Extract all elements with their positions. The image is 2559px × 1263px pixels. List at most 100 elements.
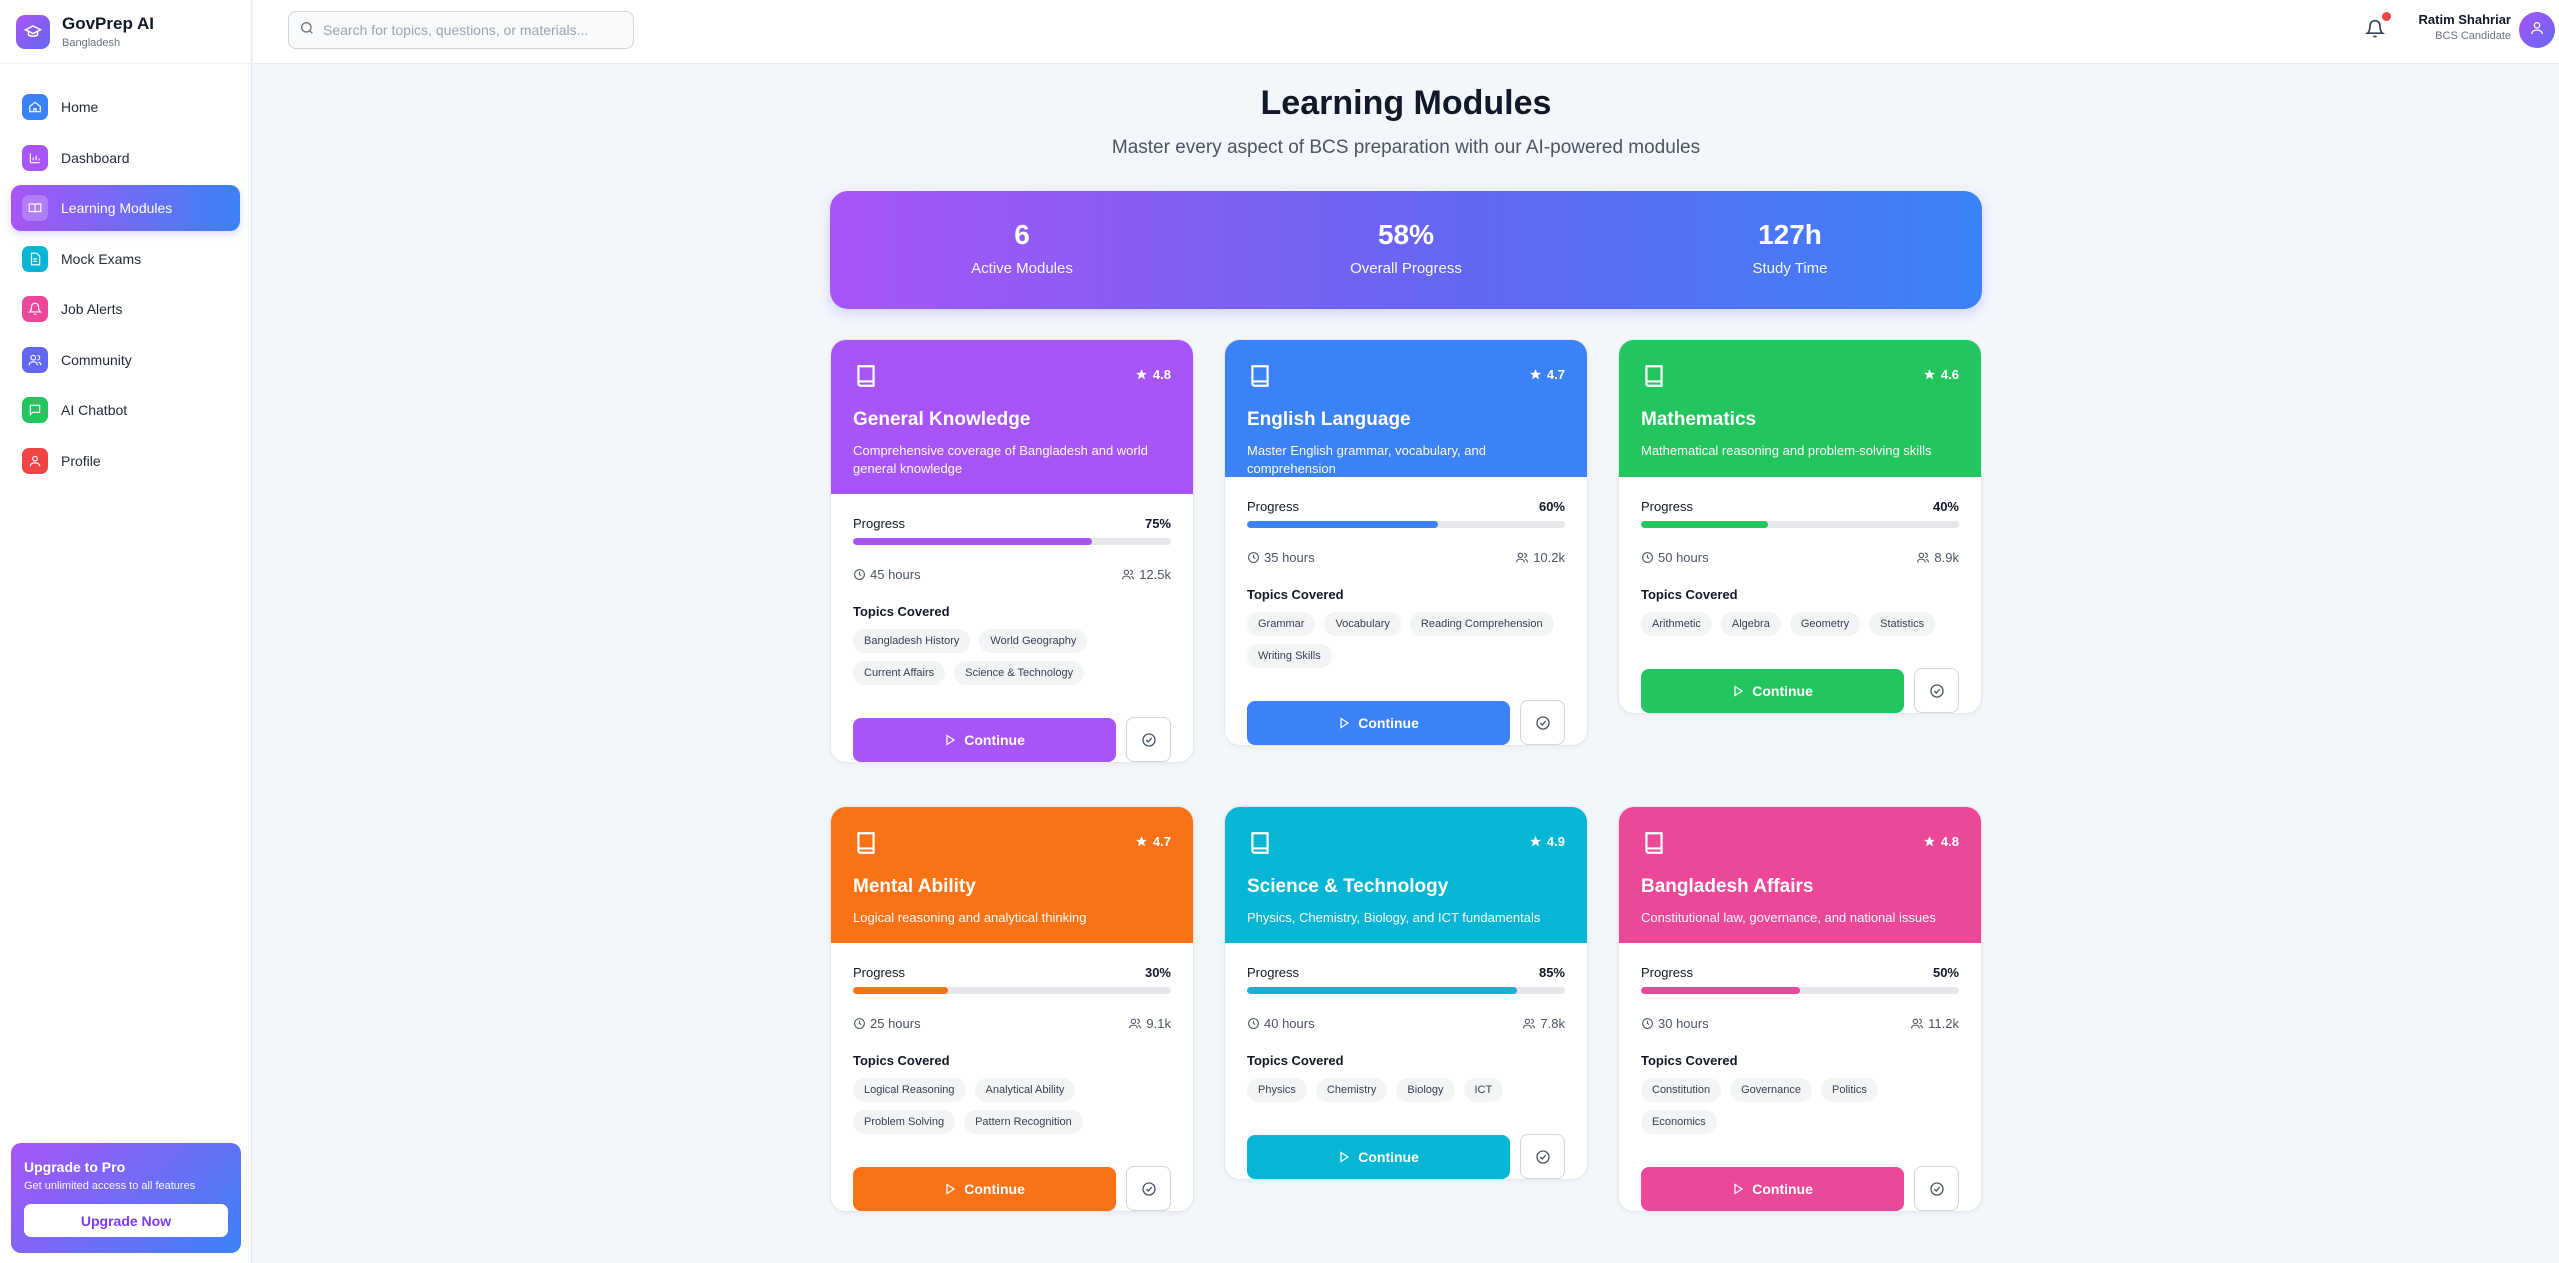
sidebar-item-home[interactable]: Home [11,84,240,130]
star-icon [1530,836,1541,847]
module-title: English Language [1247,409,1411,430]
continue-label: Continue [1358,714,1419,731]
users-icon [1122,569,1135,580]
sidebar-item-mock-exams[interactable]: Mock Exams [11,236,240,282]
continue-button[interactable]: Continue [853,1166,1117,1211]
sidebar-item-ai-chatbot[interactable]: AI Chatbot [11,387,240,433]
chat-icon [22,397,48,423]
topic-tags: Grammar Vocabulary Reading Comprehension Wr… [1247,612,1565,676]
module-card-body: Progress 85% 40 hours 7.8k Topics Covered… [1225,943,1587,1179]
upgrade-title: Upgrade to Pro [24,1159,126,1175]
progress-bar-fill [1641,987,1800,994]
module-card-mental-ability: 4.7 Mental Ability Logical reasoning and… [830,806,1194,1212]
hours-value: 40 hours [1264,1016,1315,1031]
module-learners: 10.2k [1515,550,1565,565]
topic-tag: Pattern Recognition [964,1110,1083,1134]
topic-tags: Bangladesh History World Geography Current… [853,629,1171,693]
sidebar-item-community[interactable]: Community [11,337,240,383]
hours-value: 50 hours [1658,550,1709,565]
mark-complete-button[interactable] [1520,700,1565,745]
graduation-cap-icon [16,14,50,49]
search-box[interactable] [288,11,634,49]
progress-value: 30% [1144,965,1171,980]
continue-button[interactable]: Continue [853,717,1117,762]
clock-icon [854,1018,865,1029]
progress-bar [1247,521,1565,528]
topic-tag: Current Affairs [853,661,946,685]
module-card-header: 4.8 General Knowledge Comprehensive cove… [831,340,1193,494]
module-hours: 35 hours [1247,550,1315,565]
topic-tag: Bangladesh History [853,629,971,653]
book-icon [1641,365,1667,394]
mark-complete-button[interactable] [1914,1166,1959,1211]
notification-dot [2382,12,2391,21]
topics-heading: Topics Covered [1247,1053,1344,1068]
user-info[interactable]: Ratim Shahriar BCS Candidate [2408,12,2511,42]
topic-tags: Logical Reasoning Analytical Ability Probl… [853,1078,1171,1142]
rating-value: 4.8 [1940,834,1959,849]
topic-tag: Vocabulary [1324,612,1401,636]
module-title: Bangladesh Affairs [1641,876,1814,897]
continue-button[interactable]: Continue [1247,1134,1511,1179]
search-input[interactable] [323,22,623,38]
continue-button[interactable]: Continue [1641,1166,1905,1211]
learners-value: 8.9k [1934,550,1959,565]
sidebar-item-label: Profile [61,452,101,469]
sidebar-item-job-alerts[interactable]: Job Alerts [11,286,240,332]
upgrade-description: Get unlimited access to all features [24,1180,196,1192]
continue-button[interactable]: Continue [1641,668,1905,713]
continue-button[interactable]: Continue [1247,700,1511,745]
learners-value: 7.8k [1540,1016,1565,1031]
mark-complete-button[interactable] [1126,1166,1171,1211]
brand[interactable]: GovPrep AI Bangladesh [0,0,251,64]
module-title: Science & Technology [1247,876,1449,897]
clock-icon [1248,552,1259,563]
mark-complete-button[interactable] [1914,668,1959,713]
module-description: Physics, Chemistry, Biology, and ICT fun… [1247,910,1541,925]
module-title: Mental Ability [853,876,976,897]
avatar[interactable] [2519,12,2555,48]
topics-heading: Topics Covered [853,1053,950,1068]
topic-tag: Science & Technology [954,661,1085,685]
mark-complete-button[interactable] [1126,717,1171,762]
module-learners: 9.1k [1128,1016,1171,1031]
check-circle-icon [1929,1181,1944,1196]
book-icon [1641,832,1667,861]
module-card-mathematics: 4.6 Mathematics Mathematical reasoning a… [1618,339,1982,714]
continue-label: Continue [964,731,1025,748]
module-card-body: Progress 40% 50 hours 8.9k Topics Covered… [1619,477,1981,713]
progress-value: 60% [1538,499,1565,514]
bell-icon [22,296,48,322]
clock-icon [854,569,865,580]
play-icon [1734,1182,1744,1195]
check-circle-icon [1141,1181,1156,1196]
sidebar-item-learning-modules[interactable]: Learning Modules [11,185,240,231]
sidebar: GovPrep AI Bangladesh Home Dashboard Lea… [0,0,252,1263]
sidebar-item-label: Home [61,99,99,115]
continue-label: Continue [964,1180,1025,1197]
module-hours: 40 hours [1247,1016,1315,1031]
topic-tags: Physics Chemistry Biology ICT [1247,1078,1565,1110]
module-description: Constitutional law, governance, and nati… [1641,910,1936,925]
sidebar-item-label: Mock Exams [61,250,142,267]
clock-icon [1642,1018,1653,1029]
topic-tag: Reading Comprehension [1409,612,1554,636]
module-learners: 11.2k [1910,1016,1959,1031]
module-card-bangladesh-affairs: 4.8 Bangladesh Affairs Constitutional la… [1618,806,1982,1212]
module-hours: 45 hours [853,567,921,582]
rating-value: 4.6 [1940,367,1959,382]
mark-complete-button[interactable] [1520,1134,1565,1179]
stat-study-time: 127h Study Time [1598,191,1982,309]
notifications-button[interactable] [2364,12,2391,42]
upgrade-now-button[interactable]: Upgrade Now [24,1204,228,1237]
module-rating: 4.8 [1923,834,1959,849]
module-learners: 7.8k [1522,1016,1565,1031]
module-title: General Knowledge [853,409,1031,430]
progress-label: Progress [1247,499,1300,514]
sidebar-item-profile[interactable]: Profile [11,438,240,484]
sidebar-item-dashboard[interactable]: Dashboard [11,135,240,181]
hours-value: 45 hours [870,567,921,582]
progress-bar-fill [853,987,949,994]
rating-value: 4.7 [1152,834,1171,849]
topic-tag: Analytical Ability [974,1078,1076,1102]
